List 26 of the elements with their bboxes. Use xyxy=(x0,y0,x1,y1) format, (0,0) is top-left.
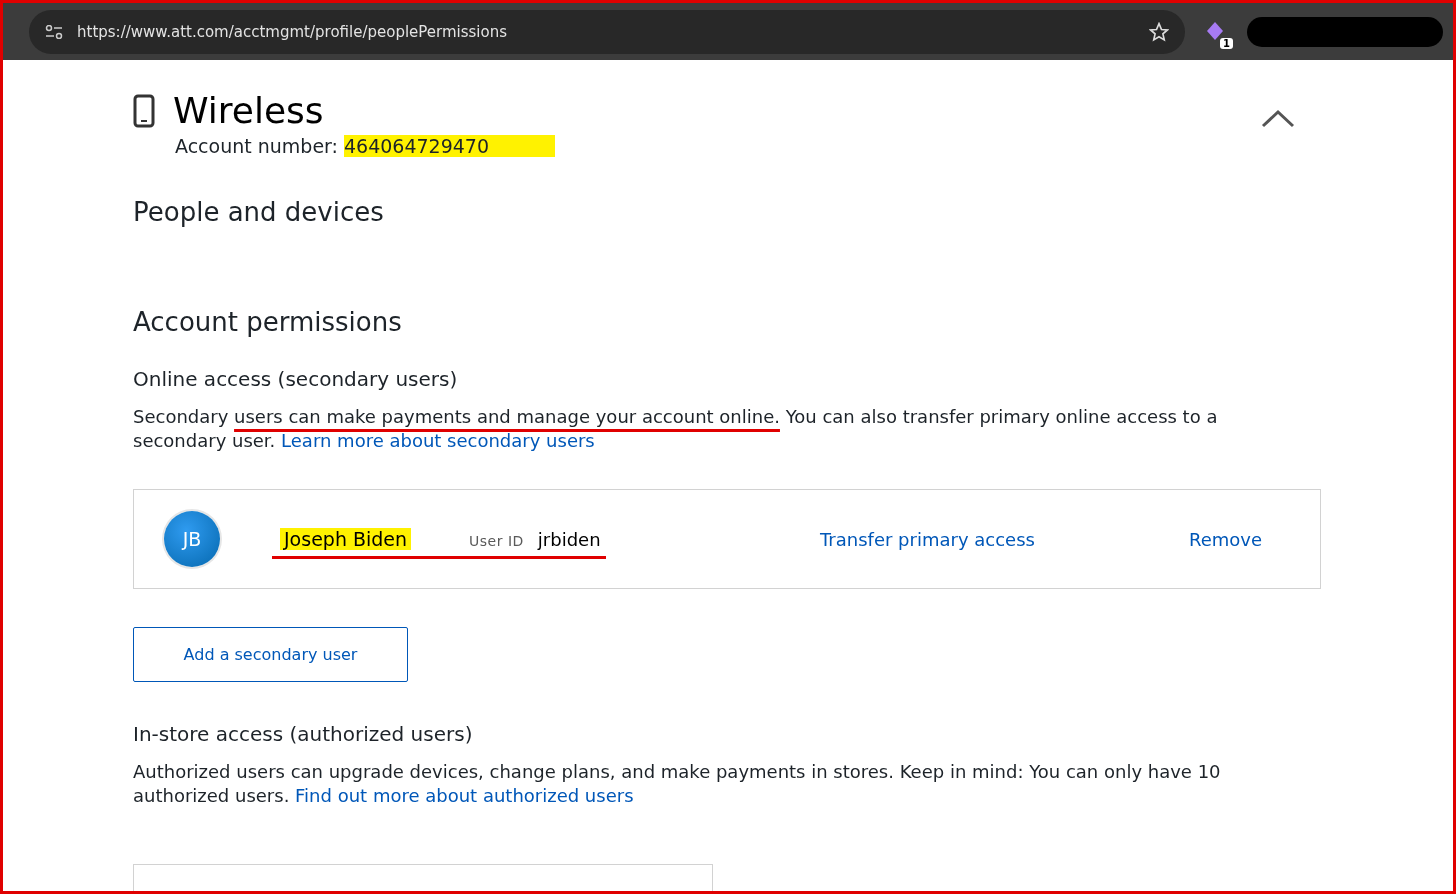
url-text: https://www.att.com/acctmgmt/profile/peoplePermissions xyxy=(77,22,509,41)
add-user-button[interactable]: Add a secondary user xyxy=(133,627,408,682)
star-icon[interactable] xyxy=(1149,21,1169,42)
phone-icon xyxy=(133,93,155,128)
description-text: Secondary users can make payments and manage your account online. You can also transfer primary online access to a secondary user. Learn more about secondary users xyxy=(133,405,1219,453)
subsection-heading: Online access (secondary users) xyxy=(133,367,459,391)
chevron-icon[interactable] xyxy=(1261,108,1295,129)
user-name: Joseph Biden xyxy=(280,528,412,550)
section-heading: Account permissions xyxy=(133,307,403,337)
section-title: Wireless xyxy=(173,90,324,131)
user-id-label: User ID xyxy=(469,533,524,549)
action-link[interactable]: Transfer primary access xyxy=(820,528,1035,550)
subsection-heading: In-store access (authorized users) xyxy=(133,722,474,746)
find-out-more-link[interactable]: Find out more about authorized users xyxy=(295,785,634,806)
avatar: JB xyxy=(164,511,220,567)
learn-more-link[interactable]: Learn more about secondary users xyxy=(281,430,595,451)
description-text: Authorized users can upgrade devices, change plans, and make payments in stores. Keep in mind: You can only have 10 authorized users. Find out more about authorized users xyxy=(133,760,1222,808)
account-label: Account number: xyxy=(175,135,338,157)
site-settings-icon[interactable] xyxy=(45,24,63,39)
address-bar[interactable]: https://www.att.com/acctmgmt/profile/peoplePermissions xyxy=(29,9,1185,54)
action-link[interactable]: Remove xyxy=(1188,528,1262,550)
extension-badge: 1 xyxy=(1220,37,1233,49)
extension-icon[interactable] xyxy=(1205,20,1225,41)
section-heading: People and devices xyxy=(133,197,385,227)
user-id: jrbiden xyxy=(537,529,601,550)
account-number: 464064729470 xyxy=(344,135,556,157)
